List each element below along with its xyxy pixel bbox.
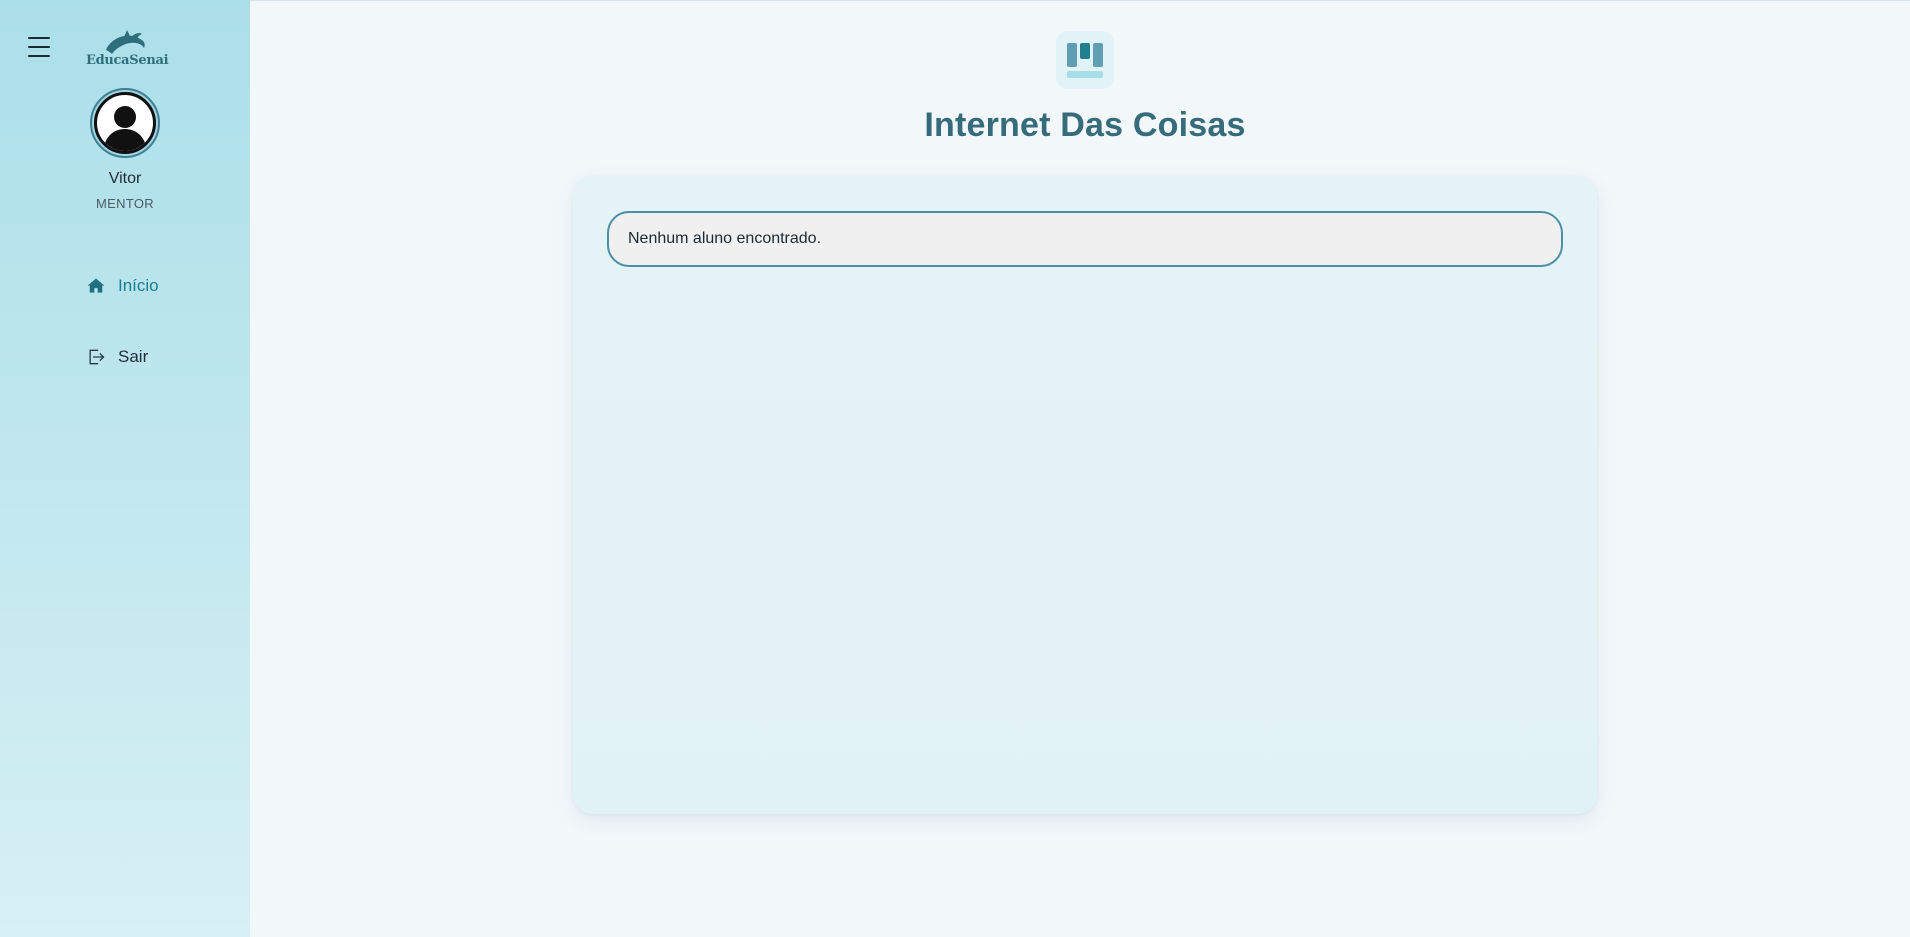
user-role: MENTOR: [96, 196, 154, 211]
top-divider: [0, 0, 1910, 1]
sidebar-item-inicio[interactable]: Início: [86, 276, 159, 296]
app: EducaSenai Vitor MENTOR Início Sair Inte…: [0, 0, 1910, 937]
user-name: Vitor: [108, 170, 142, 187]
sidebar-item-label: Início: [118, 276, 159, 295]
empty-state-message: Nenhum aluno encontrado.: [607, 211, 1563, 267]
hamburger-menu-icon[interactable]: [28, 36, 50, 58]
home-icon: [87, 278, 105, 293]
logo: EducaSenai: [86, 30, 169, 68]
students-card: Nenhum aluno encontrado.: [573, 176, 1597, 814]
sidebar-item-label: Sair: [118, 347, 149, 366]
page-title: Internet Das Coisas: [924, 106, 1246, 144]
avatar: [90, 88, 160, 158]
logout-icon: [89, 349, 105, 365]
user-silhouette-icon: [94, 92, 156, 154]
sidebar-item-sair[interactable]: Sair: [86, 347, 148, 367]
logo-text: EducaSenai: [86, 53, 169, 68]
kanban-board-icon: [1056, 31, 1114, 89]
sidebar: EducaSenai Vitor MENTOR Início Sair: [0, 0, 250, 937]
